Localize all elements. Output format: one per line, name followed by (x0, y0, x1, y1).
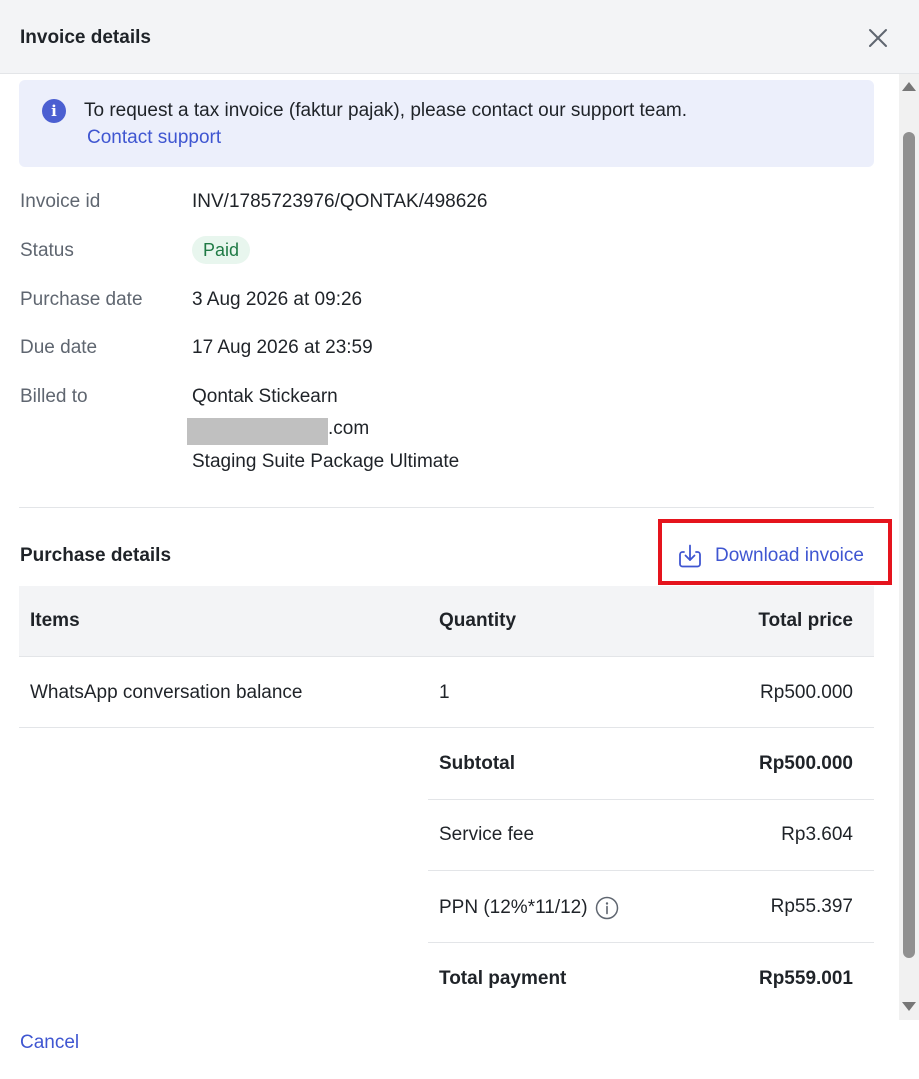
cancel-button[interactable]: Cancel (20, 1032, 79, 1054)
ppn-row: PPN (12%*11/12) Rp55.397 (428, 871, 874, 943)
info-icon: i (42, 99, 66, 123)
total-payment-value: Rp559.001 (758, 968, 853, 989)
billed-package: Staging Suite Package Ultimate (192, 451, 460, 472)
invoice-id-label: Invoice id (20, 191, 101, 212)
service-fee-value: Rp3.604 (781, 824, 853, 845)
ppn-info-icon[interactable] (595, 896, 619, 920)
close-button[interactable] (864, 24, 892, 52)
scroll-up-arrow[interactable] (902, 82, 916, 91)
modal-title: Invoice details (20, 27, 151, 48)
subtotal-row: Subtotal Rp500.000 (428, 728, 874, 800)
status-badge: Paid (192, 236, 251, 264)
ppn-label: PPN (12%*11/12) (439, 897, 588, 918)
ppn-value: Rp55.397 (770, 896, 853, 917)
scrollbar-thumb[interactable] (903, 132, 915, 958)
due-date-label: Due date (20, 337, 98, 358)
purchase-date-value: 3 Aug 2026 at 09:26 (192, 289, 363, 310)
notice-text: To request a tax invoice (faktur pajak),… (84, 100, 688, 121)
column-quantity: Quantity (439, 610, 517, 631)
row-quantity: 1 (439, 682, 450, 703)
row-item: WhatsApp conversation balance (30, 682, 303, 703)
ppn-label-group: PPN (12%*11/12) (439, 896, 619, 920)
subtotal-value: Rp500.000 (758, 753, 853, 774)
purchase-date-label: Purchase date (20, 289, 143, 310)
total-payment-label: Total payment (439, 968, 567, 989)
due-date-value: 17 Aug 2026 at 23:59 (192, 337, 373, 358)
row-price: Rp500.000 (760, 682, 853, 703)
purchase-details-title: Purchase details (20, 545, 172, 566)
redacted-email-block (187, 418, 328, 445)
download-icon (679, 544, 701, 568)
total-payment-row: Total payment Rp559.001 (428, 943, 874, 1015)
column-total-price: Total price (758, 610, 853, 631)
contact-support-link[interactable]: Contact support (87, 127, 221, 149)
service-fee-row: Service fee Rp3.604 (428, 799, 874, 871)
service-fee-label: Service fee (439, 824, 535, 845)
invoice-id-value: INV/1785723976/QONTAK/498626 (192, 191, 488, 212)
close-icon (869, 29, 887, 47)
subtotal-label: Subtotal (439, 753, 515, 774)
table-header: Items Quantity Total price (19, 586, 874, 657)
section-divider (19, 507, 874, 508)
column-items: Items (30, 610, 80, 631)
billed-email-suffix: .com (328, 418, 370, 439)
modal-header: Invoice details (0, 0, 919, 74)
table-row: WhatsApp conversation balance 1 Rp500.00… (19, 657, 874, 728)
billed-to-label: Billed to (20, 386, 88, 407)
tax-invoice-notice: i To request a tax invoice (faktur pajak… (19, 80, 874, 167)
billed-name: Qontak Stickearn (192, 386, 338, 407)
scroll-down-arrow[interactable] (902, 1002, 916, 1011)
status-label: Status (20, 240, 74, 261)
download-invoice-label: Download invoice (715, 545, 864, 566)
download-invoice-button[interactable]: Download invoice (676, 540, 864, 572)
